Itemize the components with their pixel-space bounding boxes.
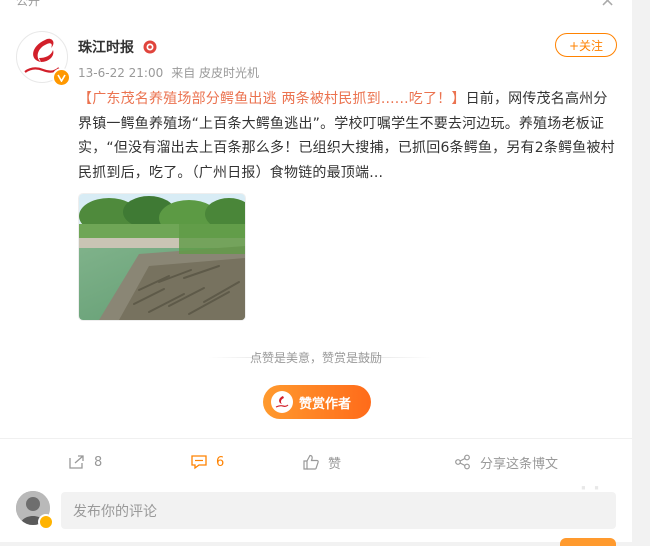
thumbs-up-icon [303,454,319,470]
floating-button-edge[interactable] [560,538,616,546]
comment-icon [191,455,207,470]
post-time[interactable]: 13-6-22 21:00 [78,66,163,80]
watermark-icon: · · [580,478,600,499]
share-icon [455,454,470,470]
zhujiang-logo-icon [275,396,289,408]
follow-button[interactable]: +关注 [555,33,617,57]
author-name[interactable]: 珠江时报 [78,37,134,57]
post-image[interactable] [78,193,246,321]
share-button[interactable]: 分享这条博文 [454,452,558,472]
share-label: 分享这条博文 [480,456,559,472]
post-meta: 13-6-22 21:00 来自 皮皮时光机 [78,64,259,81]
author-mini-avatar [271,391,293,413]
member-icon [143,40,157,54]
reward-author-button[interactable]: 赞赏作者 [263,385,371,419]
like-button[interactable]: 赞 [302,452,341,472]
like-label: 赞 [328,456,342,472]
repost-icon [69,455,84,469]
comment-button[interactable]: 6 [190,452,224,472]
reward-slogan: 点赞是美意，赞赏是鼓励 [249,351,382,365]
post-headline-link[interactable]: 【广东茂名养殖场部分鳄鱼出逃 两条被村民抓到......吃了！】 [78,91,466,107]
page-scrollbar[interactable] [634,0,650,542]
user-level-badge-icon [38,514,54,530]
post-text: 【广东茂名养殖场部分鳄鱼出逃 两条被村民抓到......吃了！】日前，网传茂名高… [78,87,616,185]
crocodile-farm-photo [79,194,245,320]
repost-button[interactable]: 8 [68,452,102,472]
visibility-label: 公开 [16,0,41,8]
repost-count: 8 [94,454,103,470]
post-card: 公开 × 珠江时报 13-6-22 21:00 来自 皮皮时光机 +关注 【广东茂… [0,0,632,546]
post-source: 来自 皮皮时光机 [171,66,260,80]
comment-input[interactable]: 发布你的评论 [61,492,616,529]
reward-button-label: 赞赏作者 [299,396,352,412]
close-icon[interactable]: × [600,0,615,11]
verified-badge-icon [52,68,71,87]
comment-count: 6 [216,454,225,470]
actions-divider [0,438,632,439]
